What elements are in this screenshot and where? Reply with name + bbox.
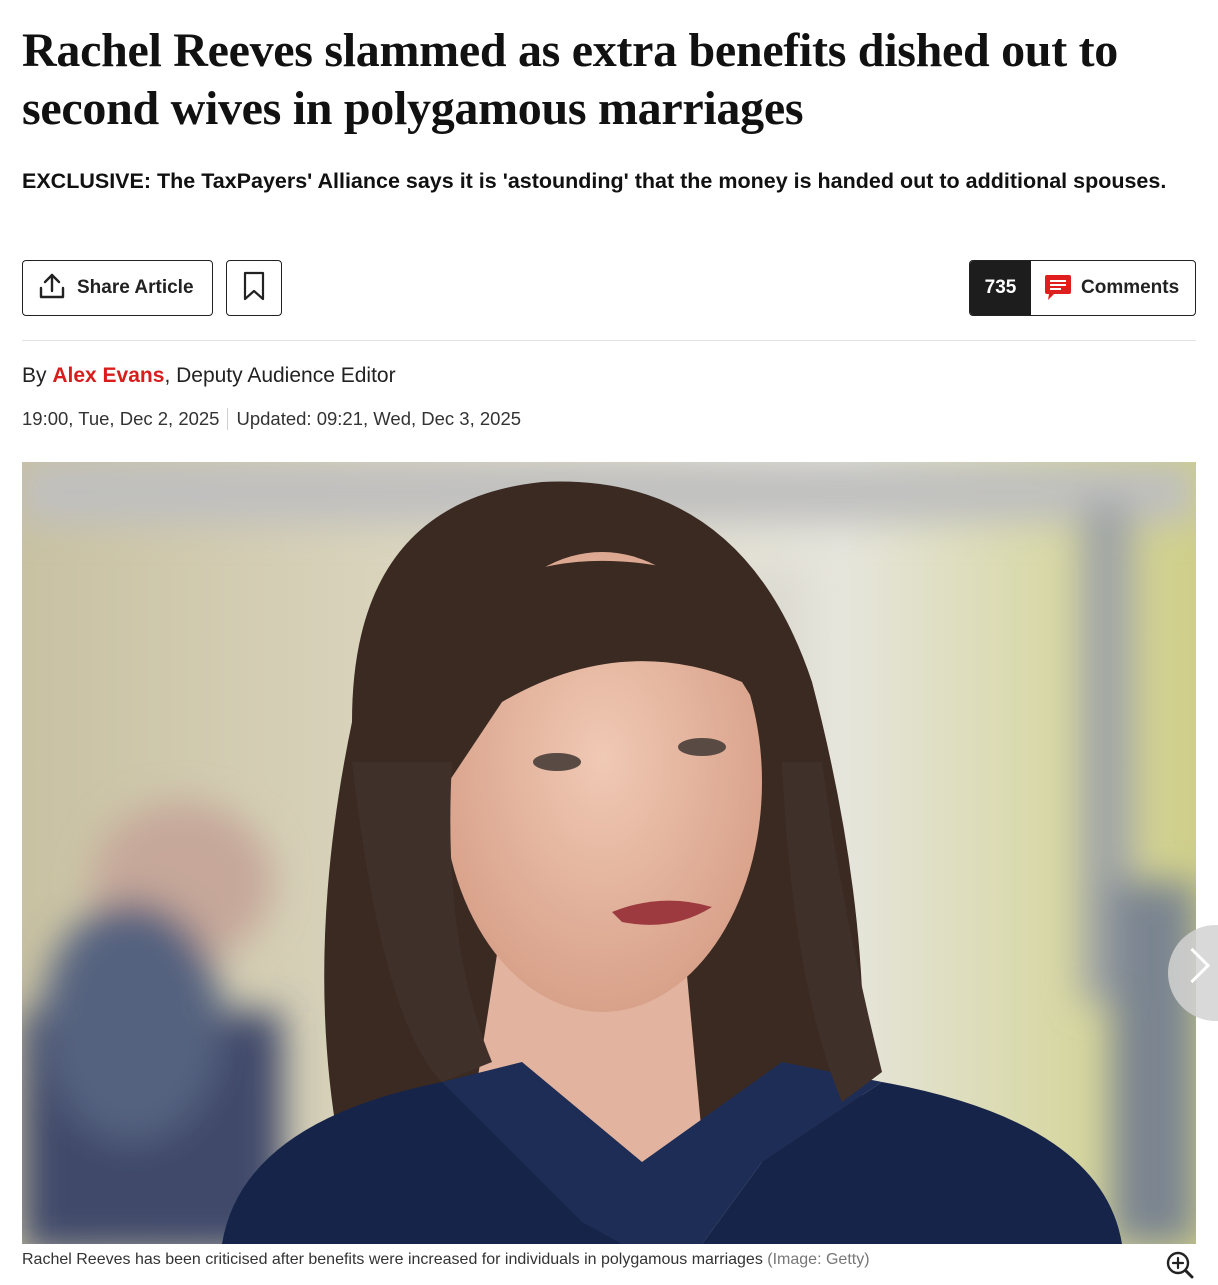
image-caption: Rachel Reeves has been criticised after … <box>22 1251 870 1269</box>
author-link[interactable]: Alex Evans <box>52 364 164 387</box>
published-date: 19:00, Tue, Dec 2, 2025 <box>22 408 220 429</box>
bookmark-icon <box>242 270 266 307</box>
share-article-button[interactable]: Share Article <box>22 260 213 316</box>
bookmark-button[interactable] <box>226 260 282 316</box>
divider <box>22 340 1196 341</box>
caption-text: Rachel Reeves has been criticised after … <box>22 1251 763 1268</box>
share-upload-icon <box>37 271 67 306</box>
chevron-right-icon <box>1174 947 1211 984</box>
article-photo <box>22 462 1196 1244</box>
comments-button[interactable]: 735 Comments <box>969 260 1196 316</box>
byline-prefix: By <box>22 364 47 387</box>
article-standfirst: EXCLUSIVE: The TaxPayers' Alliance says … <box>22 169 1167 193</box>
comment-count: 735 <box>970 261 1031 315</box>
share-article-label: Share Article <box>77 277 194 298</box>
byline: By Alex Evans, Deputy Audience Editor <box>22 364 396 388</box>
comment-bubble-icon <box>1043 274 1073 302</box>
updated-date: Updated: 09:21, Wed, Dec 3, 2025 <box>236 408 522 429</box>
image-credit: (Image: Getty) <box>767 1251 870 1268</box>
author-role: , Deputy Audience Editor <box>164 364 396 387</box>
date-separator <box>227 408 229 430</box>
article-dates: 19:00, Tue, Dec 2, 2025 Updated: 09:21, … <box>22 408 521 430</box>
comments-label: Comments <box>1081 277 1180 298</box>
article-headline: Rachel Reeves slammed as extra benefits … <box>22 24 1118 135</box>
